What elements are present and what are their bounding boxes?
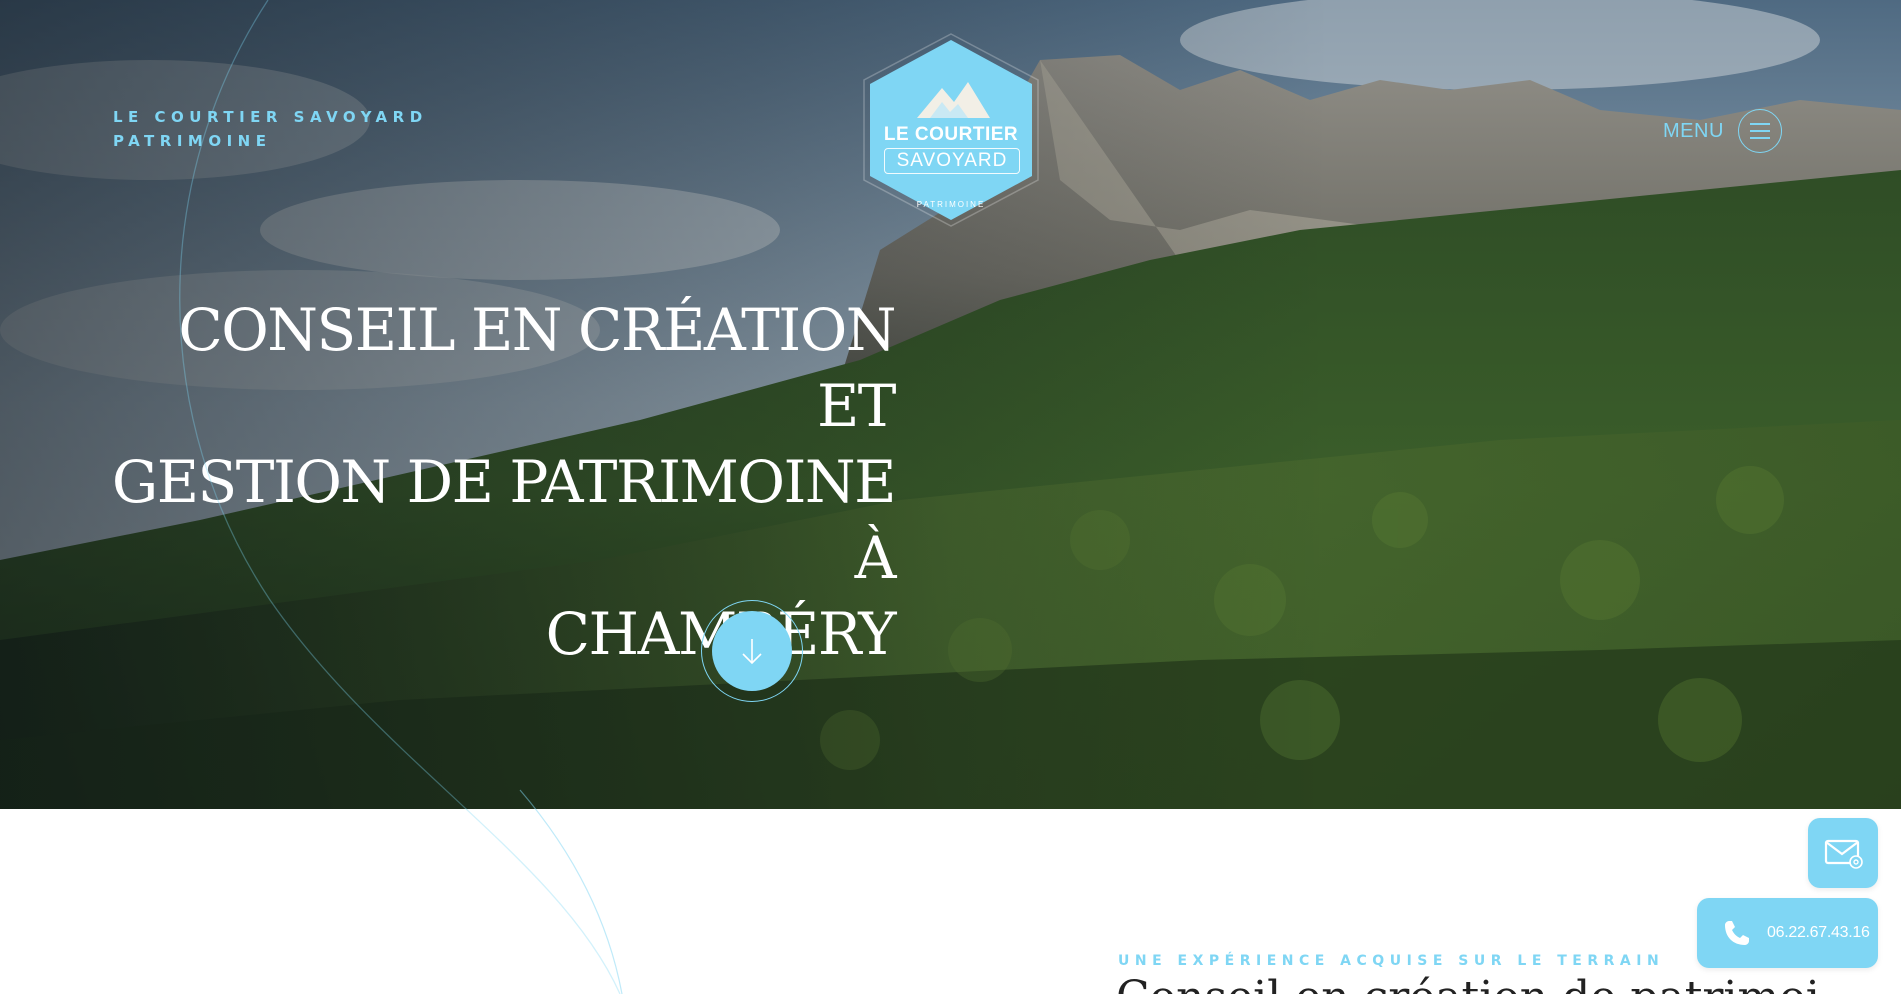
hero-headline-line-2: GESTION DE PATRIMOINE À bbox=[111, 448, 897, 592]
phone-number: 06.22.67.43.16 bbox=[1767, 924, 1870, 941]
logo[interactable]: LE COURTIER SAVOYARD PATRIMOINE bbox=[862, 32, 1040, 228]
brand-line-2: PATRIMOINE bbox=[113, 132, 272, 150]
logo-text-2: SAVOYARD bbox=[884, 148, 1020, 174]
menu-toggle[interactable]: MENU bbox=[1663, 109, 1782, 153]
scroll-down-circle bbox=[712, 611, 792, 691]
hero-headline-line-1: CONSEIL EN CRÉATION ET bbox=[178, 296, 896, 440]
hamburger-icon[interactable] bbox=[1737, 109, 1782, 153]
menu-label: MENU bbox=[1663, 119, 1724, 142]
brand-line-1: LE COURTIER SAVOYARD bbox=[113, 108, 428, 126]
section-kicker: UNE EXPÉRIENCE ACQUISE SUR LE TERRAIN bbox=[1118, 953, 1665, 969]
logo-text-1: LE COURTIER bbox=[883, 124, 1019, 145]
arrow-down-icon bbox=[742, 639, 762, 665]
hero-section: LE COURTIER SAVOYARD PATRIMOINE LE COURT… bbox=[0, 0, 1901, 809]
phone-button[interactable]: 06.22.67.43.16 bbox=[1697, 898, 1878, 968]
page: LE COURTIER SAVOYARD PATRIMOINE LE COURT… bbox=[0, 0, 1901, 994]
mail-button[interactable] bbox=[1808, 818, 1878, 888]
phone-icon bbox=[1725, 921, 1749, 945]
mail-icon bbox=[1824, 839, 1863, 869]
logo-text-3: PATRIMOINE bbox=[916, 200, 986, 209]
brand-name[interactable]: LE COURTIER SAVOYARD PATRIMOINE bbox=[113, 105, 428, 153]
scroll-down-button[interactable] bbox=[701, 600, 803, 702]
section-title: Conseil en création de patrimoine à bbox=[1116, 968, 1816, 994]
